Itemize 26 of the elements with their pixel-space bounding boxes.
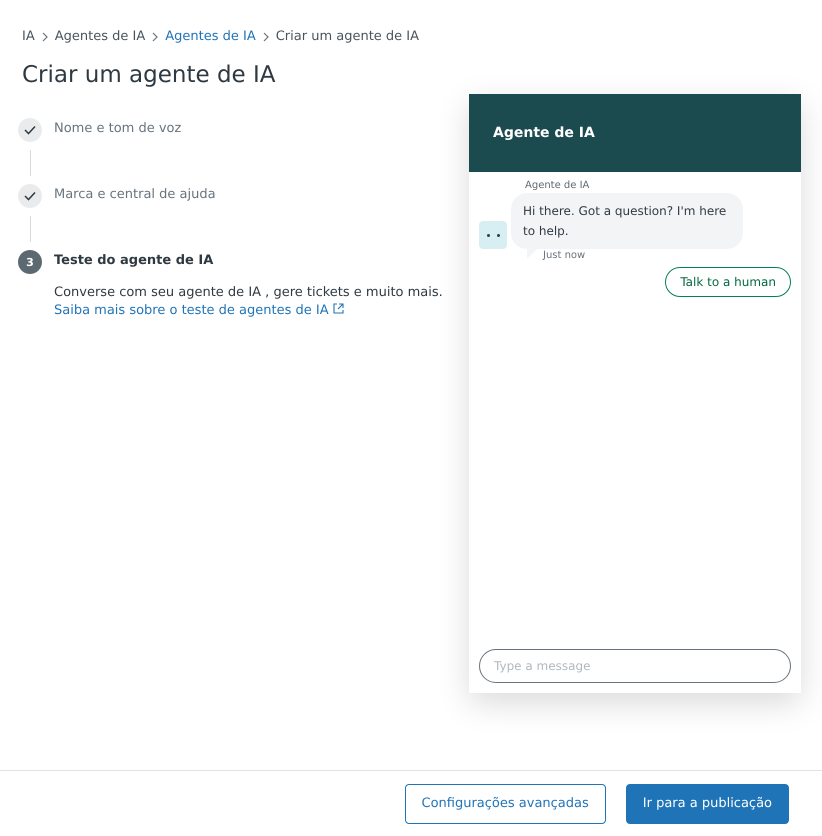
- check-icon: [18, 118, 42, 142]
- page-title: Criar um agente de IA: [22, 62, 277, 88]
- external-link-icon: [332, 303, 344, 314]
- message-input[interactable]: Type a message: [479, 649, 791, 683]
- sender-name: Agente de IA: [525, 180, 590, 191]
- step-label: Nome e tom de voz: [54, 121, 182, 136]
- check-icon: [18, 184, 42, 208]
- chevron-icon: [262, 32, 270, 42]
- breadcrumb-item: IA: [22, 29, 35, 44]
- learn-more-link[interactable]: Saiba mais sobre o teste de agentes de IA: [54, 303, 443, 318]
- breadcrumb-item: Agentes de IA: [54, 29, 146, 44]
- breadcrumb-item: Criar um agente de IA: [276, 29, 420, 44]
- step-label: Marca e central de ajuda: [54, 187, 216, 202]
- message-time: Just now: [543, 250, 586, 261]
- breadcrumb-link[interactable]: Agentes de IA: [165, 29, 256, 44]
- step-description: Converse com seu agente de IA , gere tickets e muito mais.: [54, 284, 443, 302]
- secondary-button[interactable]: Configurações avançadas: [404, 784, 606, 824]
- chevron-icon: [40, 32, 49, 42]
- bot-avatar-icon: [479, 221, 507, 249]
- message-text: Hi there. Got a question? I'm here to help.: [523, 204, 726, 238]
- primary-button[interactable]: Ir para a publicação: [626, 784, 789, 824]
- step-label: Teste do agente de IA: [54, 253, 214, 268]
- chevron-icon: [151, 32, 160, 42]
- step-number: 3: [18, 250, 42, 274]
- talk-to-human-button[interactable]: Talk to a human: [665, 267, 791, 297]
- chat-title: Agente de IA: [493, 125, 595, 141]
